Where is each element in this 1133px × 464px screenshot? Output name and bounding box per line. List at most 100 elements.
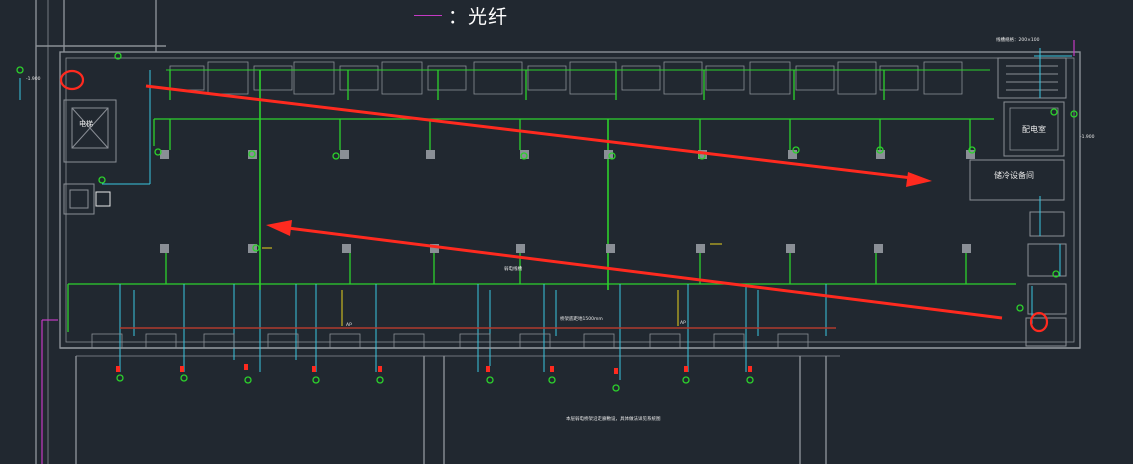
top-note: 线槽规格：200×100 (996, 36, 1040, 43)
ceiling-unit (606, 244, 615, 253)
red-dot (116, 366, 120, 372)
door-unit (459, 333, 491, 349)
outlet-marker (180, 374, 188, 382)
red-dot (486, 366, 490, 372)
door-unit (329, 333, 361, 349)
outlet-markers (116, 374, 754, 392)
window-module (293, 61, 335, 95)
window-module (663, 61, 703, 95)
floor-plan-canvas: 电梯 配电室 储冷设备间 线槽规格：200×100 -1.900 -1.900 … (16, 0, 1095, 464)
electric-room-label: 配电室 (1022, 124, 1046, 134)
top-window-modules (169, 61, 963, 95)
door-unit (519, 333, 551, 349)
window-module (569, 61, 617, 95)
door-unit (713, 333, 745, 349)
elevator-label: 电梯 (79, 119, 93, 128)
right-stair (997, 57, 1067, 99)
outlet-marker (244, 376, 252, 384)
door-unit (203, 333, 235, 349)
red-dot (614, 368, 618, 374)
device-symbol (98, 176, 106, 184)
window-module (923, 61, 963, 95)
door-unit (583, 333, 615, 349)
door-unit (393, 333, 425, 349)
right-level-mark: -1.900 (1080, 134, 1095, 140)
fiber-lines (41, 40, 1075, 464)
elevator-shaft (63, 99, 117, 215)
lower-arrow-shaft (287, 226, 1003, 320)
device-symbol (332, 152, 340, 160)
outlet-marker (116, 374, 124, 382)
window-module (749, 61, 791, 95)
upper-arrow-head (906, 172, 932, 187)
window-module (473, 61, 523, 95)
door-unit (649, 333, 681, 349)
ceiling-unit (786, 244, 795, 253)
route-markers (59, 69, 1049, 333)
red-dot (684, 366, 688, 372)
shaft-box (63, 183, 95, 215)
tray-note: 桥架底距地1500mm (560, 315, 603, 322)
red-dot (244, 364, 248, 370)
outlet-marker (312, 376, 320, 384)
ceiling-unit (966, 150, 975, 159)
red-arrows (145, 84, 1003, 320)
ceiling-unit (426, 150, 435, 159)
device-symbol (1050, 108, 1058, 116)
red-dot (748, 366, 752, 372)
right-room-low (1027, 283, 1067, 315)
ceiling-unit (342, 244, 351, 253)
bottom-note: 本层弱电桥架沿走廊敷设，具体做法详见系统图 (566, 415, 661, 422)
outlet-marker (682, 376, 690, 384)
window-module (837, 61, 877, 95)
cyan-cables (19, 48, 1072, 380)
outlet-marker (486, 376, 494, 384)
device-symbol (1016, 304, 1024, 312)
outlet-marker (746, 376, 754, 384)
cabinet-b: AP (680, 320, 686, 326)
door-unit (267, 333, 299, 349)
red-outlet-dots (116, 364, 752, 374)
shaft-inner (69, 189, 89, 209)
shaft-square (95, 191, 111, 207)
red-dot (378, 366, 382, 372)
mid-note: 弱电线槽 (504, 265, 522, 272)
right-rooms (969, 57, 1067, 347)
end-marker (1029, 311, 1049, 333)
ceiling-unit (962, 244, 971, 253)
door-unit (777, 333, 809, 349)
ceiling-unit (696, 244, 705, 253)
outlet-marker (612, 384, 620, 392)
cabinet-a: AP (346, 322, 352, 328)
inner-wall (65, 57, 1075, 343)
ceiling-unit (160, 244, 169, 253)
ceiling-unit (516, 244, 525, 253)
start-marker (59, 69, 85, 91)
ceiling-unit (874, 244, 883, 253)
upper-arrow-shaft (145, 84, 913, 180)
red-dot (312, 366, 316, 372)
outlet-marker (548, 376, 556, 384)
window-module (381, 61, 423, 95)
lower-room-devices (91, 333, 809, 349)
lower-arrow-head (266, 220, 292, 236)
door-unit (91, 333, 123, 349)
red-dot (550, 366, 554, 372)
green-tray-bus (67, 69, 1016, 332)
ceiling-unit (604, 150, 613, 159)
red-dot (180, 366, 184, 372)
ceiling-unit (340, 150, 349, 159)
left-level-mark: -1.900 (26, 76, 41, 82)
ceiling-units-upper (160, 150, 975, 159)
door-unit (145, 333, 177, 349)
ceiling-units-lower (160, 244, 971, 253)
yellow-cables (262, 243, 722, 326)
equipment-room-box (969, 159, 1065, 201)
right-room-small (1029, 211, 1065, 237)
ceiling-unit (788, 150, 797, 159)
outer-wall (59, 51, 1081, 349)
device-symbol (16, 66, 24, 74)
outlet-marker (376, 376, 384, 384)
window-module (207, 61, 249, 95)
equipment-room-label: 储冷设备间 (994, 170, 1034, 180)
